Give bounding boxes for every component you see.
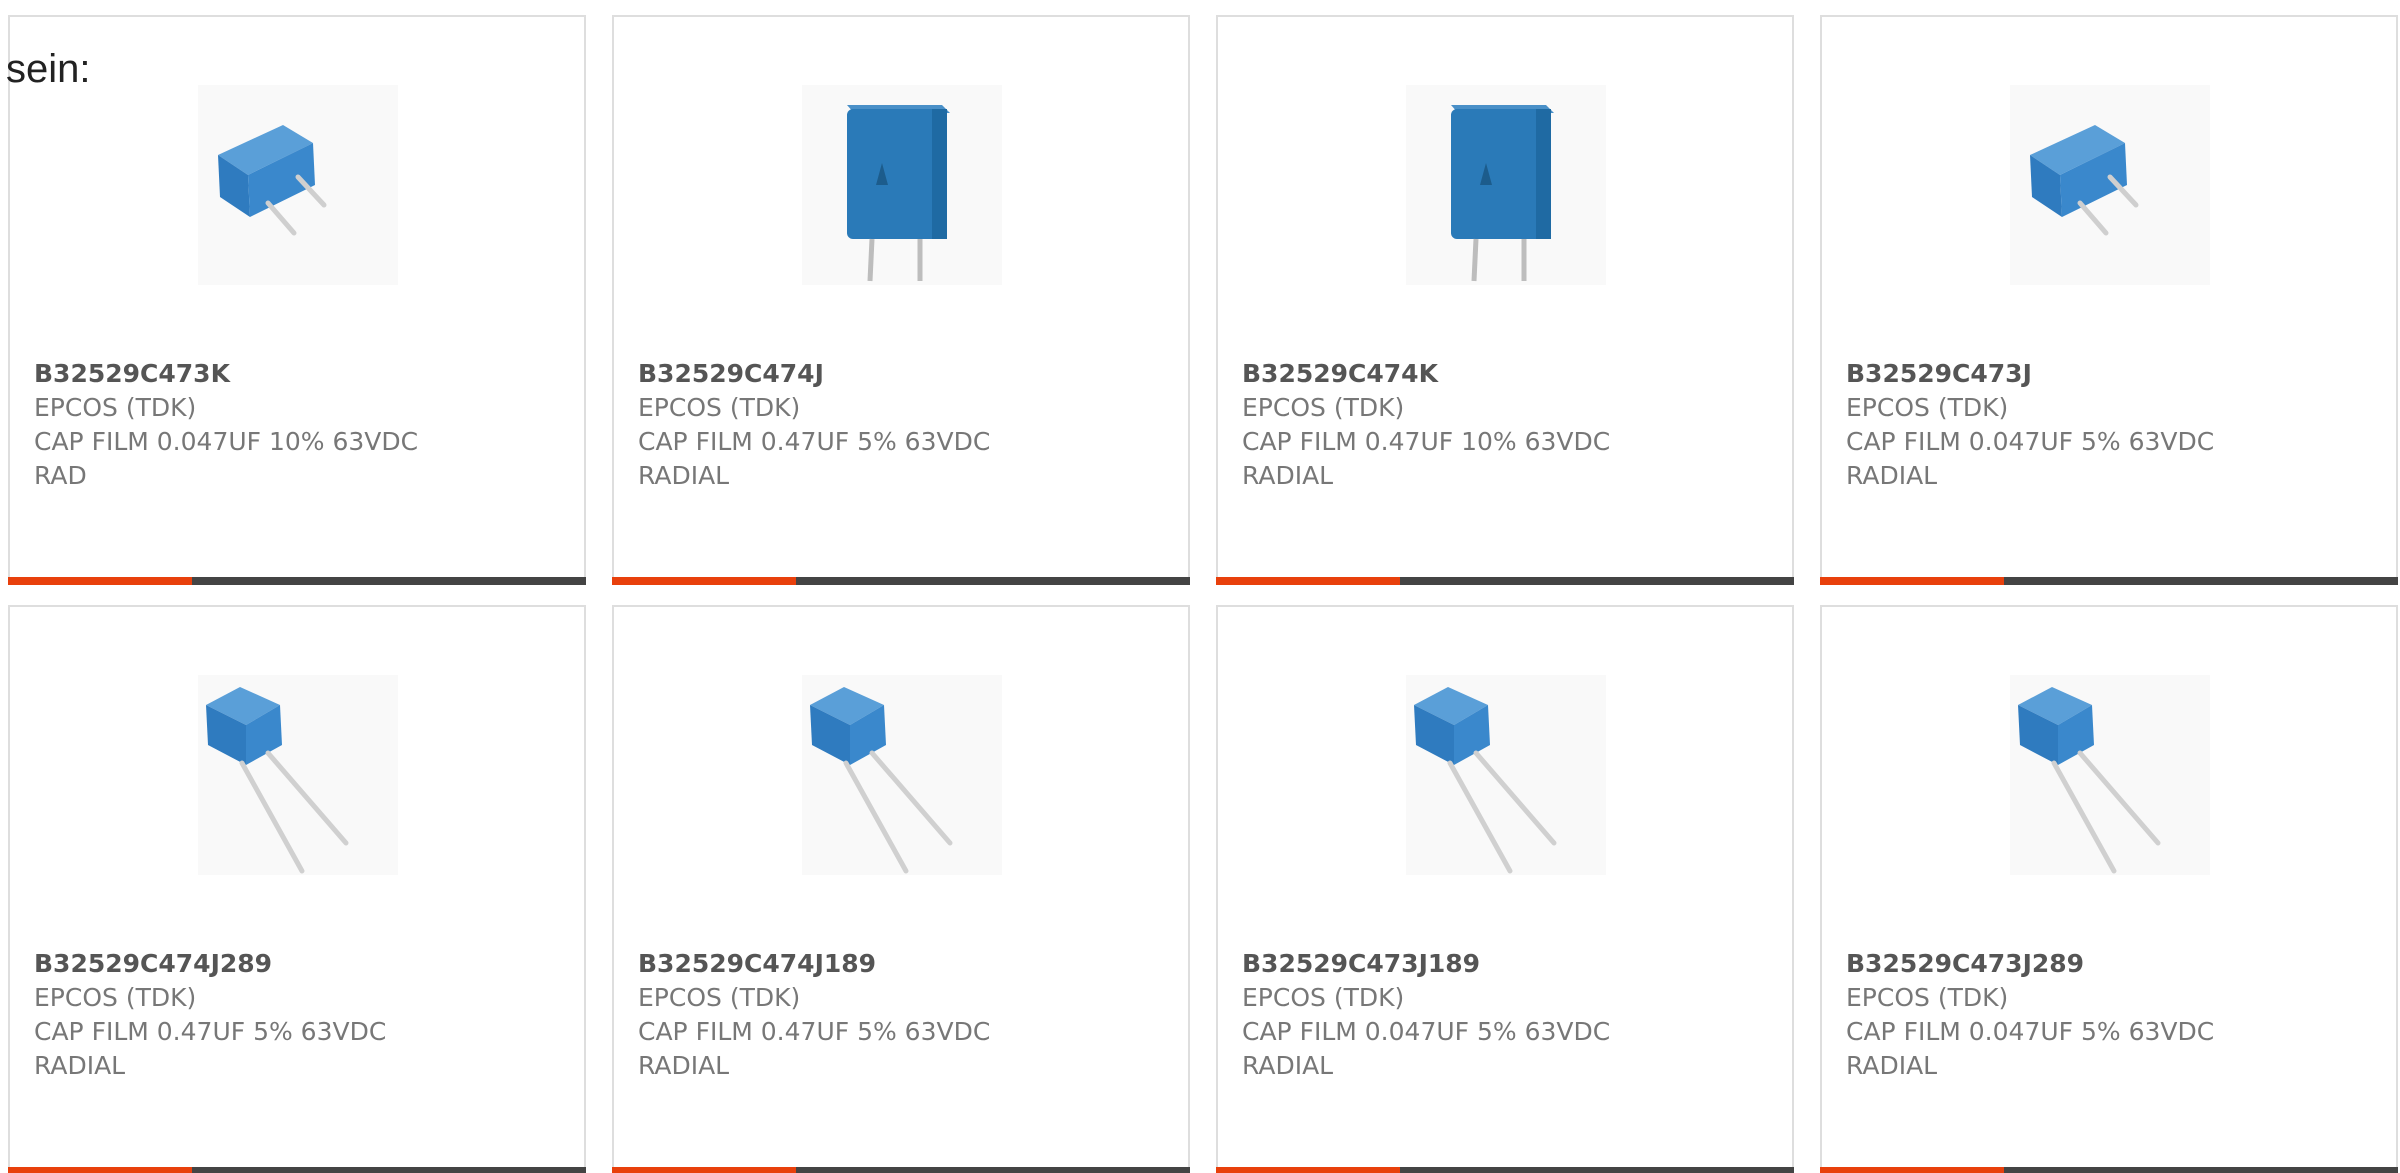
description-line: CAP FILM 0.047UF 10% 63VDC bbox=[34, 427, 419, 456]
product-info: B32529C474J289 EPCOS (TDK) CAP FILM 0.47… bbox=[34, 947, 572, 1083]
description-line: CAP FILM 0.47UF 5% 63VDC bbox=[638, 427, 991, 456]
card-footer-bar bbox=[1820, 1167, 2398, 1173]
part-number[interactable]: B32529C474J189 bbox=[638, 947, 1176, 981]
card-footer-bar bbox=[1820, 577, 2398, 585]
card-footer-accent bbox=[612, 577, 796, 585]
capacitor-upright-icon bbox=[1406, 85, 1606, 285]
manufacturer: EPCOS (TDK) bbox=[638, 983, 801, 1012]
product-card[interactable]: B32529C474J289 EPCOS (TDK) CAP FILM 0.47… bbox=[8, 605, 586, 1173]
card-footer-bar bbox=[8, 1167, 586, 1173]
card-footer-bar bbox=[1216, 1167, 1794, 1173]
part-number[interactable]: B32529C473J289 bbox=[1846, 947, 2384, 981]
card-footer-accent bbox=[1216, 1167, 1400, 1173]
description-line: RADIAL bbox=[638, 461, 730, 490]
description-line: RADIAL bbox=[638, 1051, 730, 1080]
part-number[interactable]: B32529C473K bbox=[34, 357, 572, 391]
product-card[interactable]: B32529C473K EPCOS (TDK) CAP FILM 0.047UF… bbox=[8, 15, 586, 585]
description-line: CAP FILM 0.047UF 5% 63VDC bbox=[1242, 1017, 1611, 1046]
product-card[interactable]: B32529C474J EPCOS (TDK) CAP FILM 0.47UF … bbox=[612, 15, 1190, 585]
manufacturer: EPCOS (TDK) bbox=[1242, 983, 1405, 1012]
page: sein: B32529C473K EPCOS (TDK) CAP FILM 0… bbox=[0, 0, 2400, 1173]
product-card[interactable]: B32529C473J189 EPCOS (TDK) CAP FILM 0.04… bbox=[1216, 605, 1794, 1173]
capacitor-long-leads-icon bbox=[2010, 675, 2210, 875]
card-footer-accent bbox=[1820, 577, 2004, 585]
card-footer-bar bbox=[1216, 577, 1794, 585]
manufacturer: EPCOS (TDK) bbox=[638, 393, 801, 422]
description-line: RADIAL bbox=[1846, 461, 1938, 490]
description-line: CAP FILM 0.047UF 5% 63VDC bbox=[1846, 427, 2215, 456]
capacitor-upright-icon bbox=[802, 85, 1002, 285]
capacitor-short-leads-icon bbox=[198, 85, 398, 285]
card-footer-bar bbox=[612, 577, 1190, 585]
capacitor-long-leads-icon bbox=[1406, 675, 1606, 875]
card-footer-accent bbox=[612, 1167, 796, 1173]
capacitor-long-leads-icon bbox=[198, 675, 398, 875]
intro-text: sein: bbox=[6, 47, 91, 91]
card-footer-accent bbox=[8, 577, 192, 585]
description-line: RADIAL bbox=[1242, 461, 1334, 490]
product-card[interactable]: B32529C474K EPCOS (TDK) CAP FILM 0.47UF … bbox=[1216, 15, 1794, 585]
product-card[interactable]: B32529C473J289 EPCOS (TDK) CAP FILM 0.04… bbox=[1820, 605, 2398, 1173]
description-line: CAP FILM 0.47UF 10% 63VDC bbox=[1242, 427, 1611, 456]
card-footer-accent bbox=[1820, 1167, 2004, 1173]
product-info: B32529C473J289 EPCOS (TDK) CAP FILM 0.04… bbox=[1846, 947, 2384, 1083]
manufacturer: EPCOS (TDK) bbox=[34, 983, 197, 1012]
description-line: RADIAL bbox=[1846, 1051, 1938, 1080]
product-card[interactable]: B32529C474J189 EPCOS (TDK) CAP FILM 0.47… bbox=[612, 605, 1190, 1173]
part-number[interactable]: B32529C474J bbox=[638, 357, 1176, 391]
card-footer-bar bbox=[8, 577, 586, 585]
card-footer-accent bbox=[1216, 577, 1400, 585]
product-info: B32529C474J EPCOS (TDK) CAP FILM 0.47UF … bbox=[638, 357, 1176, 493]
product-info: B32529C473K EPCOS (TDK) CAP FILM 0.047UF… bbox=[34, 357, 572, 493]
product-card[interactable]: B32529C473J EPCOS (TDK) CAP FILM 0.047UF… bbox=[1820, 15, 2398, 585]
description-line: RADIAL bbox=[34, 1051, 126, 1080]
description-line: RAD bbox=[34, 461, 87, 490]
product-info: B32529C474K EPCOS (TDK) CAP FILM 0.47UF … bbox=[1242, 357, 1780, 493]
product-grid: B32529C473K EPCOS (TDK) CAP FILM 0.047UF… bbox=[8, 15, 2398, 1173]
description-line: CAP FILM 0.47UF 5% 63VDC bbox=[638, 1017, 991, 1046]
description-line: CAP FILM 0.47UF 5% 63VDC bbox=[34, 1017, 387, 1046]
part-number[interactable]: B32529C473J189 bbox=[1242, 947, 1780, 981]
manufacturer: EPCOS (TDK) bbox=[1846, 983, 2009, 1012]
part-number[interactable]: B32529C473J bbox=[1846, 357, 2384, 391]
part-number[interactable]: B32529C474J289 bbox=[34, 947, 572, 981]
product-info: B32529C473J189 EPCOS (TDK) CAP FILM 0.04… bbox=[1242, 947, 1780, 1083]
capacitor-short-leads-icon bbox=[2010, 85, 2210, 285]
capacitor-long-leads-icon bbox=[802, 675, 1002, 875]
card-footer-bar bbox=[612, 1167, 1190, 1173]
manufacturer: EPCOS (TDK) bbox=[1846, 393, 2009, 422]
manufacturer: EPCOS (TDK) bbox=[34, 393, 197, 422]
product-info: B32529C473J EPCOS (TDK) CAP FILM 0.047UF… bbox=[1846, 357, 2384, 493]
description-line: CAP FILM 0.047UF 5% 63VDC bbox=[1846, 1017, 2215, 1046]
description-line: RADIAL bbox=[1242, 1051, 1334, 1080]
part-number[interactable]: B32529C474K bbox=[1242, 357, 1780, 391]
manufacturer: EPCOS (TDK) bbox=[1242, 393, 1405, 422]
product-info: B32529C474J189 EPCOS (TDK) CAP FILM 0.47… bbox=[638, 947, 1176, 1083]
card-footer-accent bbox=[8, 1167, 192, 1173]
